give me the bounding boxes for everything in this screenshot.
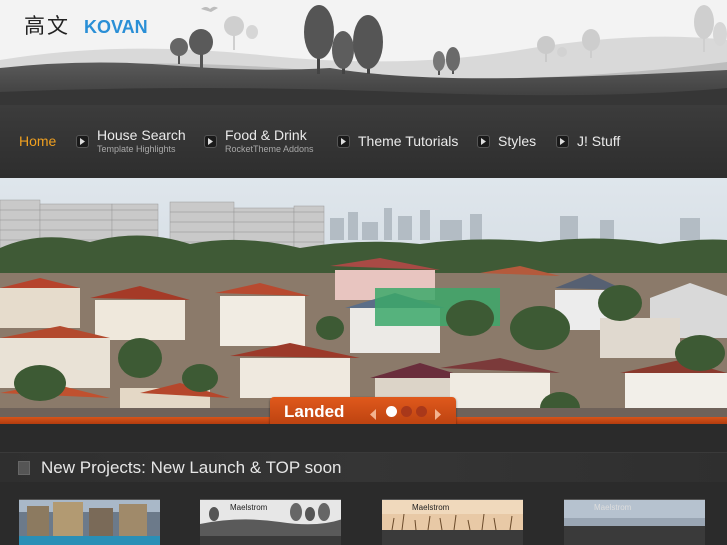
nav-item-styles[interactable]: Styles [477, 105, 536, 178]
document-icon [18, 461, 30, 475]
play-arrow-icon [204, 135, 217, 148]
nav-item-theme-tutorials[interactable]: Theme Tutorials [337, 105, 458, 178]
project-thumbnail-2[interactable]: Maelstrom [200, 499, 341, 545]
slide-dot-3[interactable] [416, 406, 427, 417]
slide-dot-1[interactable] [386, 406, 397, 417]
site-logo[interactable]: 高文 KOVAN [24, 10, 148, 40]
play-arrow-icon [556, 135, 569, 148]
nav-label: Theme Tutorials [358, 133, 459, 149]
project-thumbnail-4[interactable]: Maelstrom [564, 499, 705, 545]
play-arrow-icon [477, 135, 490, 148]
play-arrow-icon [337, 135, 350, 148]
section-title: New Projects: New Launch & TOP soon [41, 458, 342, 477]
play-arrow-icon [76, 135, 89, 148]
nav-label: Styles [498, 133, 537, 149]
project-thumbnail-3[interactable]: Maelstrom [382, 499, 523, 545]
nav-item-house-search[interactable]: House Search Template Highlights [76, 105, 186, 178]
logo-chinese-text: 高文 [24, 14, 70, 38]
nav-sublabel: Template Highlights [97, 144, 176, 154]
nav-label: House Search [97, 127, 186, 143]
project-thumbnail-1[interactable] [19, 499, 160, 545]
main-navigation: Home House Search Template Highlights Fo… [0, 105, 727, 178]
nav-label: J! Stuff [577, 133, 621, 149]
header: 高文 KOVAN [0, 0, 727, 105]
nav-label: Home [19, 133, 57, 149]
thumbnail-label: Maelstrom [412, 503, 450, 512]
nav-label: Food & Drink [225, 127, 307, 143]
slide-title: Landed [284, 402, 345, 421]
thumbnail-label: Maelstrom [594, 503, 632, 512]
nav-item-food-drink[interactable]: Food & Drink RocketTheme Addons [204, 105, 314, 178]
page: 高文 KOVAN Home House Search Template High… [0, 0, 727, 545]
hero-banner-image [0, 178, 727, 423]
nav-item-home[interactable]: Home [19, 105, 56, 178]
logo-english-text: KOVAN [84, 17, 148, 37]
previous-slide-icon[interactable] [370, 407, 378, 420]
nav-item-j-stuff[interactable]: J! Stuff [556, 105, 620, 178]
thumbnail-label: Maelstrom [230, 503, 268, 512]
slide-dot-2[interactable] [401, 406, 412, 417]
nav-sublabel: RocketTheme Addons [225, 144, 314, 154]
section-header: New Projects: New Launch & TOP soon [0, 452, 727, 482]
content-area: New Projects: New Launch & TOP soon Mael… [0, 424, 727, 545]
next-slide-icon[interactable] [433, 407, 441, 420]
